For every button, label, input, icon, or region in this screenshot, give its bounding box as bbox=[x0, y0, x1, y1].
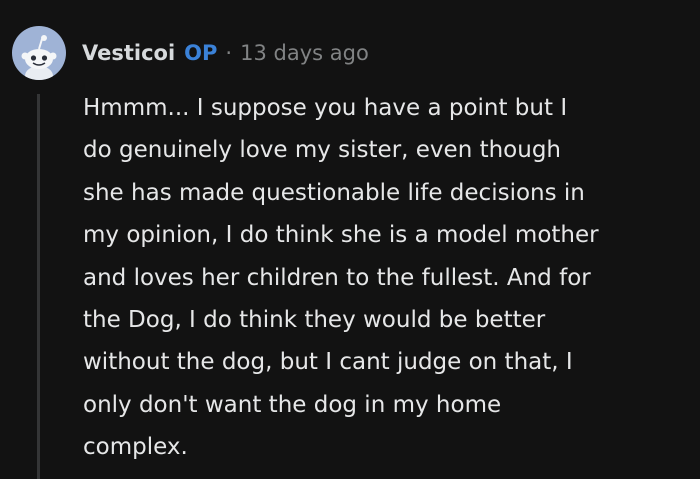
thread-collapse-line[interactable] bbox=[37, 94, 40, 479]
snoo-avatar-icon bbox=[21, 35, 57, 80]
separator-dot: · bbox=[225, 41, 233, 65]
comment-line: do genuinely love my sister, even though bbox=[83, 137, 562, 164]
avatar[interactable] bbox=[12, 26, 66, 80]
username[interactable]: Vesticoi bbox=[82, 41, 175, 65]
comment-line: only don't want the dog in my home bbox=[83, 391, 502, 418]
timestamp[interactable]: 13 days ago bbox=[240, 41, 369, 65]
comment-header: Vesticoi OP · 13 days ago bbox=[82, 36, 369, 70]
comment-line: the Dog, I do think they would be better bbox=[83, 307, 546, 334]
comment-line: complex. bbox=[83, 434, 188, 461]
comment-line: Hmmm... I suppose you have a point but I bbox=[83, 95, 568, 121]
op-badge: OP bbox=[184, 41, 218, 65]
comment-line: without the dog, but I cant judge on tha… bbox=[83, 349, 573, 376]
comment-line: she has made questionable life decisions… bbox=[83, 179, 585, 206]
comment-line: and loves her children to the fullest. A… bbox=[83, 264, 591, 291]
comment-body: Hmmm... I suppose you have a point but I… bbox=[83, 87, 690, 469]
comment-line: my opinion, I do think she is a model mo… bbox=[83, 222, 599, 249]
